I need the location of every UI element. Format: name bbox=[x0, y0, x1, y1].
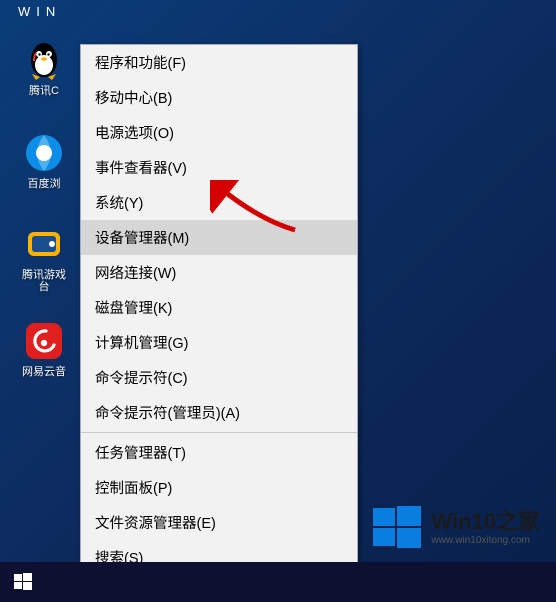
menu-item[interactable]: 文件资源管理器(E) bbox=[81, 505, 357, 540]
menu-item[interactable]: 系统(Y) bbox=[81, 185, 357, 220]
watermark: Win10之家 www.win10xitong.com bbox=[361, 496, 548, 560]
watermark-url: www.win10xitong.com bbox=[431, 535, 540, 546]
menu-item[interactable]: 任务管理器(T) bbox=[81, 435, 357, 470]
menu-item[interactable]: 控制面板(P) bbox=[81, 470, 357, 505]
menu-separator bbox=[81, 432, 357, 433]
qq-icon[interactable]: 腾讯C bbox=[14, 38, 74, 97]
menu-item[interactable]: 移动中心(B) bbox=[81, 80, 357, 115]
menu-item[interactable]: 设备管理器(M) bbox=[81, 220, 357, 255]
game-icon bbox=[22, 222, 66, 266]
globe-icon bbox=[22, 131, 66, 175]
watermark-title: Win10之家 bbox=[431, 510, 540, 534]
winx-context-menu: 程序和功能(F)移动中心(B)电源选项(O)事件查看器(V)系统(Y)设备管理器… bbox=[80, 44, 358, 602]
menu-item[interactable]: 事件查看器(V) bbox=[81, 150, 357, 185]
tencent-game-icon[interactable]: 腾讯游戏 台 bbox=[14, 222, 74, 293]
windows-logo-icon bbox=[369, 500, 425, 556]
menu-item[interactable]: 磁盘管理(K) bbox=[81, 290, 357, 325]
baidu-browser-icon[interactable]: 百度浏 bbox=[14, 131, 74, 190]
windows-start-icon bbox=[13, 572, 33, 592]
menu-item[interactable]: 电源选项(O) bbox=[81, 115, 357, 150]
menu-item[interactable]: 计算机管理(G) bbox=[81, 325, 357, 360]
desktop-icons: 腾讯C 百度浏 腾讯游戏 台 网易云音 bbox=[14, 38, 74, 398]
menu-item[interactable]: 网络连接(W) bbox=[81, 255, 357, 290]
menu-item[interactable]: 程序和功能(F) bbox=[81, 45, 357, 80]
music-icon bbox=[22, 319, 66, 363]
menu-item[interactable]: 命令提示符(C) bbox=[81, 360, 357, 395]
netease-music-icon[interactable]: 网易云音 bbox=[14, 319, 74, 378]
start-button[interactable] bbox=[0, 562, 46, 602]
menu-item[interactable]: 命令提示符(管理员)(A) bbox=[81, 395, 357, 430]
taskbar bbox=[0, 562, 556, 602]
win-label: WIN bbox=[18, 4, 61, 19]
penguin-icon bbox=[22, 38, 66, 82]
desktop: WIN 腾讯C 百度浏 腾讯游戏 台 网易云音 程序和功能(F)移动 bbox=[0, 0, 556, 602]
